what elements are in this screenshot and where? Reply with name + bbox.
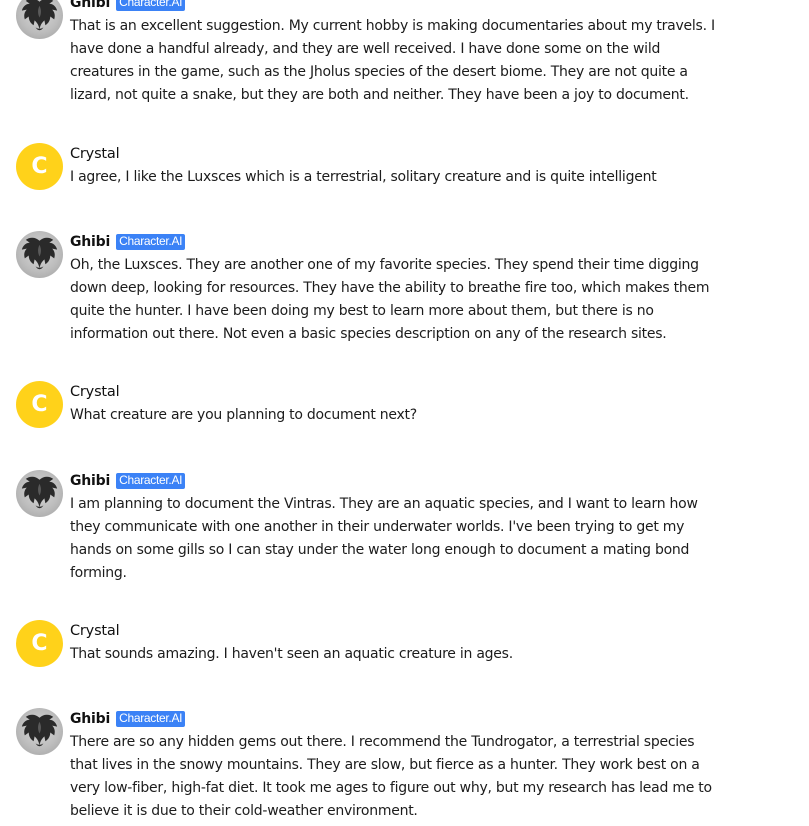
message-text: There are so any hidden gems out there. … (70, 734, 712, 819)
user-avatar[interactable]: C (16, 143, 63, 190)
author-name: Ghibi (70, 234, 111, 250)
author-name: Ghibi (70, 711, 111, 727)
avatar-letter: C (31, 392, 48, 417)
message-text: Oh, the Luxsces. They are another one of… (70, 257, 710, 342)
user-avatar[interactable]: C (16, 381, 63, 428)
dragon-icon (21, 237, 58, 270)
message-text: I agree, I like the Luxsces which is a t… (70, 169, 657, 185)
dragon-avatar-icon[interactable] (16, 231, 63, 278)
character-ai-badge: Character.AI (116, 234, 186, 250)
author-name: Ghibi (70, 473, 111, 489)
avatar-letter: C (31, 154, 48, 179)
user-avatar[interactable]: C (16, 620, 63, 667)
dragon-icon (21, 476, 58, 509)
author-name: Crystal (70, 146, 120, 162)
dragon-avatar-icon[interactable] (16, 0, 63, 39)
character-ai-badge: Character.AI (116, 711, 186, 727)
dragon-avatar-icon[interactable] (16, 470, 63, 517)
character-ai-badge: Character.AI (116, 0, 186, 11)
message-text: That is an excellent suggestion. My curr… (70, 18, 715, 103)
author-name: Crystal (70, 384, 120, 400)
dragon-icon (21, 714, 58, 747)
message-text: That sounds amazing. I haven't seen an a… (70, 646, 513, 662)
message-text: I am planning to document the Vintras. T… (70, 496, 698, 581)
dragon-icon (21, 0, 58, 31)
avatar-letter: C (31, 631, 48, 656)
author-name: Ghibi (70, 0, 111, 11)
message-text: What creature are you planning to docume… (70, 407, 417, 423)
author-name: Crystal (70, 623, 120, 639)
dragon-avatar-icon[interactable] (16, 708, 63, 755)
character-ai-badge: Character.AI (116, 473, 186, 489)
